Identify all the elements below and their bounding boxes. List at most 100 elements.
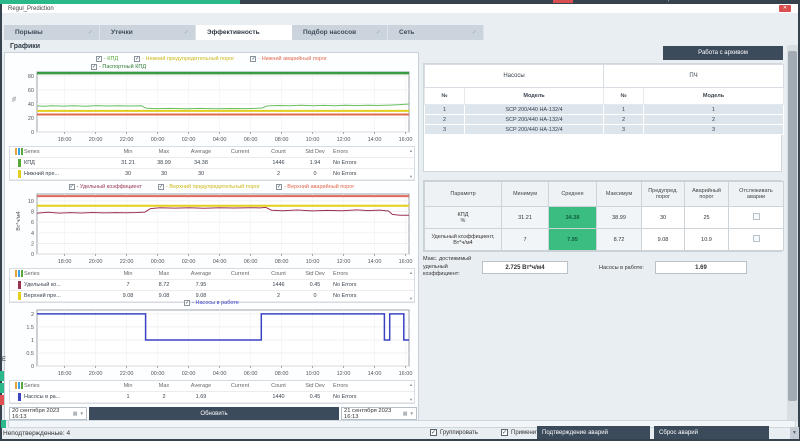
checkbox-icon[interactable]: ✓ bbox=[501, 429, 508, 436]
chart3-series-table: SeriesMinMaxAverageCurrentCountStd DevEr… bbox=[9, 380, 415, 404]
legend-checkbox[interactable]: ✓ bbox=[250, 56, 256, 62]
series-row[interactable]: Насосы в ра...121.6914400.45No Errors bbox=[10, 392, 414, 403]
avg-highlight-cell: 7.95 bbox=[549, 229, 597, 251]
svg-text:20:00: 20:00 bbox=[89, 371, 103, 377]
legend-checkbox[interactable]: ✓ bbox=[158, 184, 164, 190]
legend-checkbox[interactable]: ✓ bbox=[69, 184, 75, 190]
series-color-swatch bbox=[18, 159, 21, 167]
chart1-legend: ✓- КПД✓- Нижний предупредительный порог✓… bbox=[5, 55, 418, 71]
legend-item: ✓- Нижний аварийный порог bbox=[250, 56, 327, 62]
svg-text:00:00: 00:00 bbox=[151, 371, 165, 377]
warn-threshold-cell[interactable]: 9.08 bbox=[642, 229, 685, 251]
chart-specific-coeff: 024681018:0020:0022:0000:0002:0004:0006:… bbox=[13, 192, 415, 266]
pumps-running-label: Насосы в работе: bbox=[599, 265, 644, 273]
svg-text:10:00: 10:00 bbox=[306, 259, 320, 265]
svg-text:12:00: 12:00 bbox=[337, 259, 351, 265]
menu-help[interactable]: Справка bbox=[660, 0, 684, 2]
warn-threshold-cell[interactable]: 30 bbox=[642, 207, 685, 229]
svg-text:16:00: 16:00 bbox=[399, 371, 413, 377]
svg-text:00:00: 00:00 bbox=[151, 259, 165, 265]
reset-alarms-button[interactable]: Сброс аварий bbox=[654, 426, 769, 439]
vertical-scrollbar[interactable] bbox=[787, 45, 798, 422]
chart-icon bbox=[15, 270, 23, 277]
window-title: Regul_Prediction bbox=[8, 6, 54, 12]
refresh-button[interactable]: Обновить bbox=[89, 407, 339, 420]
svg-text:10:00: 10:00 bbox=[306, 371, 320, 377]
chart-kpd: 02040608018:0020:0022:0000:0002:0004:000… bbox=[13, 70, 415, 144]
alarm-threshold-cell[interactable]: 10.9 bbox=[685, 229, 729, 251]
svg-text:60: 60 bbox=[28, 88, 34, 94]
svg-text:0.5: 0.5 bbox=[26, 351, 34, 357]
tab-podbor-nasosov[interactable]: Подбор насосов✓ bbox=[292, 25, 388, 40]
application-window: Справка Regul_Prediction ✕ Порывы✓Утечки… bbox=[0, 0, 800, 441]
alarm-red-strip bbox=[553, 0, 573, 3]
svg-text:20:00: 20:00 bbox=[89, 259, 103, 265]
group-checkbox[interactable]: ✓ Группировать bbox=[430, 429, 478, 436]
svg-text:06:00: 06:00 bbox=[244, 137, 258, 143]
scroll-down-icon[interactable]: ▼ bbox=[409, 397, 413, 402]
legend-item: ✓- Нижний предупредительный порог bbox=[134, 56, 234, 62]
archive-button[interactable]: Работа с архивом bbox=[663, 46, 783, 60]
pumps-group-header: НасосыПЧ bbox=[425, 65, 784, 88]
legend-checkbox[interactable]: ✓ bbox=[184, 300, 190, 306]
pumps-table: НасосыПЧ№Модель№Модель1SCP 200/440 НА-13… bbox=[423, 63, 782, 172]
svg-text:10: 10 bbox=[28, 199, 34, 205]
svg-text:6: 6 bbox=[31, 220, 34, 226]
chart-pumps-running: 00.511.5218:0020:0022:0000:0002:0004:000… bbox=[13, 308, 415, 378]
pumps-col-header: №Модель№Модель bbox=[425, 88, 784, 105]
svg-text:04:00: 04:00 bbox=[213, 137, 227, 143]
confirm-alarms-button[interactable]: Подтверждение аварий bbox=[537, 426, 650, 439]
chevron-down-icon: ▼ bbox=[410, 411, 414, 416]
alarm-threshold-cell[interactable]: 25 bbox=[685, 207, 729, 229]
scroll-up-icon[interactable]: ▲ bbox=[409, 382, 413, 387]
tab-set[interactable]: Сеть✓ bbox=[388, 25, 484, 40]
param-row: КПД % 31.21 34.38 38.99 30 25 bbox=[425, 207, 784, 229]
series-row[interactable]: Нижний пре...30303020No Errors bbox=[10, 169, 414, 180]
pump-row[interactable]: 2SCP 200/440 НА-132/422 bbox=[425, 115, 784, 125]
legend-checkbox[interactable]: ✓ bbox=[96, 56, 102, 62]
pump-row[interactable]: 3SCP 200/440 НА-132/433 bbox=[425, 125, 784, 135]
svg-text:02:00: 02:00 bbox=[182, 371, 196, 377]
chart3-legend: ✓- Насосы в работе bbox=[5, 299, 418, 307]
tab-poryvy[interactable]: Порывы✓ bbox=[4, 25, 100, 40]
unconfirmed-count: Неподтвержденные: 4 bbox=[3, 430, 70, 437]
charts-panel: ✓- КПД✓- Нижний предупредительный порог✓… bbox=[4, 52, 419, 421]
series-row[interactable]: Удельный ко...78.727.9514460.45No Errors bbox=[10, 280, 414, 291]
svg-text:14:00: 14:00 bbox=[368, 371, 382, 377]
date-to-picker[interactable]: 21 сентября 2023 16:13 ▦ ▼ bbox=[341, 407, 417, 420]
series-color-swatch bbox=[18, 393, 21, 401]
svg-text:00:00: 00:00 bbox=[151, 137, 165, 143]
scroll-down-icon[interactable]: ▼ bbox=[409, 174, 413, 179]
track-alarm-checkbox[interactable] bbox=[753, 235, 760, 242]
svg-text:22:00: 22:00 bbox=[120, 371, 134, 377]
svg-text:0: 0 bbox=[31, 252, 34, 258]
tab-effektivnost[interactable]: Эффективность bbox=[196, 25, 292, 40]
svg-text:06:00: 06:00 bbox=[244, 259, 258, 265]
scroll-up-icon[interactable]: ▲ bbox=[409, 148, 413, 153]
pump-row[interactable]: 1SCP 200/440 НА-132/411 bbox=[425, 105, 784, 115]
legend-checkbox[interactable]: ✓ bbox=[134, 56, 140, 62]
svg-text:20:00: 20:00 bbox=[89, 137, 103, 143]
close-icon[interactable]: ✕ bbox=[779, 5, 791, 12]
svg-text:06:00: 06:00 bbox=[244, 371, 258, 377]
chart-icon bbox=[15, 382, 23, 389]
chart1-ylabel: % bbox=[12, 91, 18, 107]
chart1-series-table: SeriesMinMaxAverageCurrentCountStd DevEr… bbox=[9, 146, 415, 181]
track-alarm-checkbox[interactable] bbox=[753, 213, 760, 220]
legend-checkbox[interactable]: ✓ bbox=[276, 184, 282, 190]
svg-text:14:00: 14:00 bbox=[368, 259, 382, 265]
scrollbar-thumb[interactable] bbox=[788, 51, 797, 401]
scroll-up-icon[interactable]: ▲ bbox=[409, 270, 413, 275]
calendar-icon: ▦ bbox=[403, 411, 408, 417]
tab-utechki[interactable]: Утечки✓ bbox=[100, 25, 196, 40]
corner-dropdown[interactable]: ▼ bbox=[790, 427, 799, 439]
series-row[interactable]: КПД31.2138.9934.3814461.94No Errors bbox=[10, 158, 414, 169]
edge-status-marker bbox=[0, 383, 4, 393]
svg-text:08:00: 08:00 bbox=[275, 259, 289, 265]
svg-text:2: 2 bbox=[31, 241, 34, 247]
date-from-picker[interactable]: 20 сентября 2023 16:13 ▦ ▼ bbox=[9, 407, 87, 420]
tab-check-icon: ✓ bbox=[376, 29, 381, 36]
checkbox-icon[interactable]: ✓ bbox=[430, 429, 437, 436]
params-header: ПараметрМинимумСреднееМаксимумПредупред.… bbox=[425, 182, 784, 207]
legend-item: ✓- Верхний предупредительный порог bbox=[158, 184, 260, 190]
